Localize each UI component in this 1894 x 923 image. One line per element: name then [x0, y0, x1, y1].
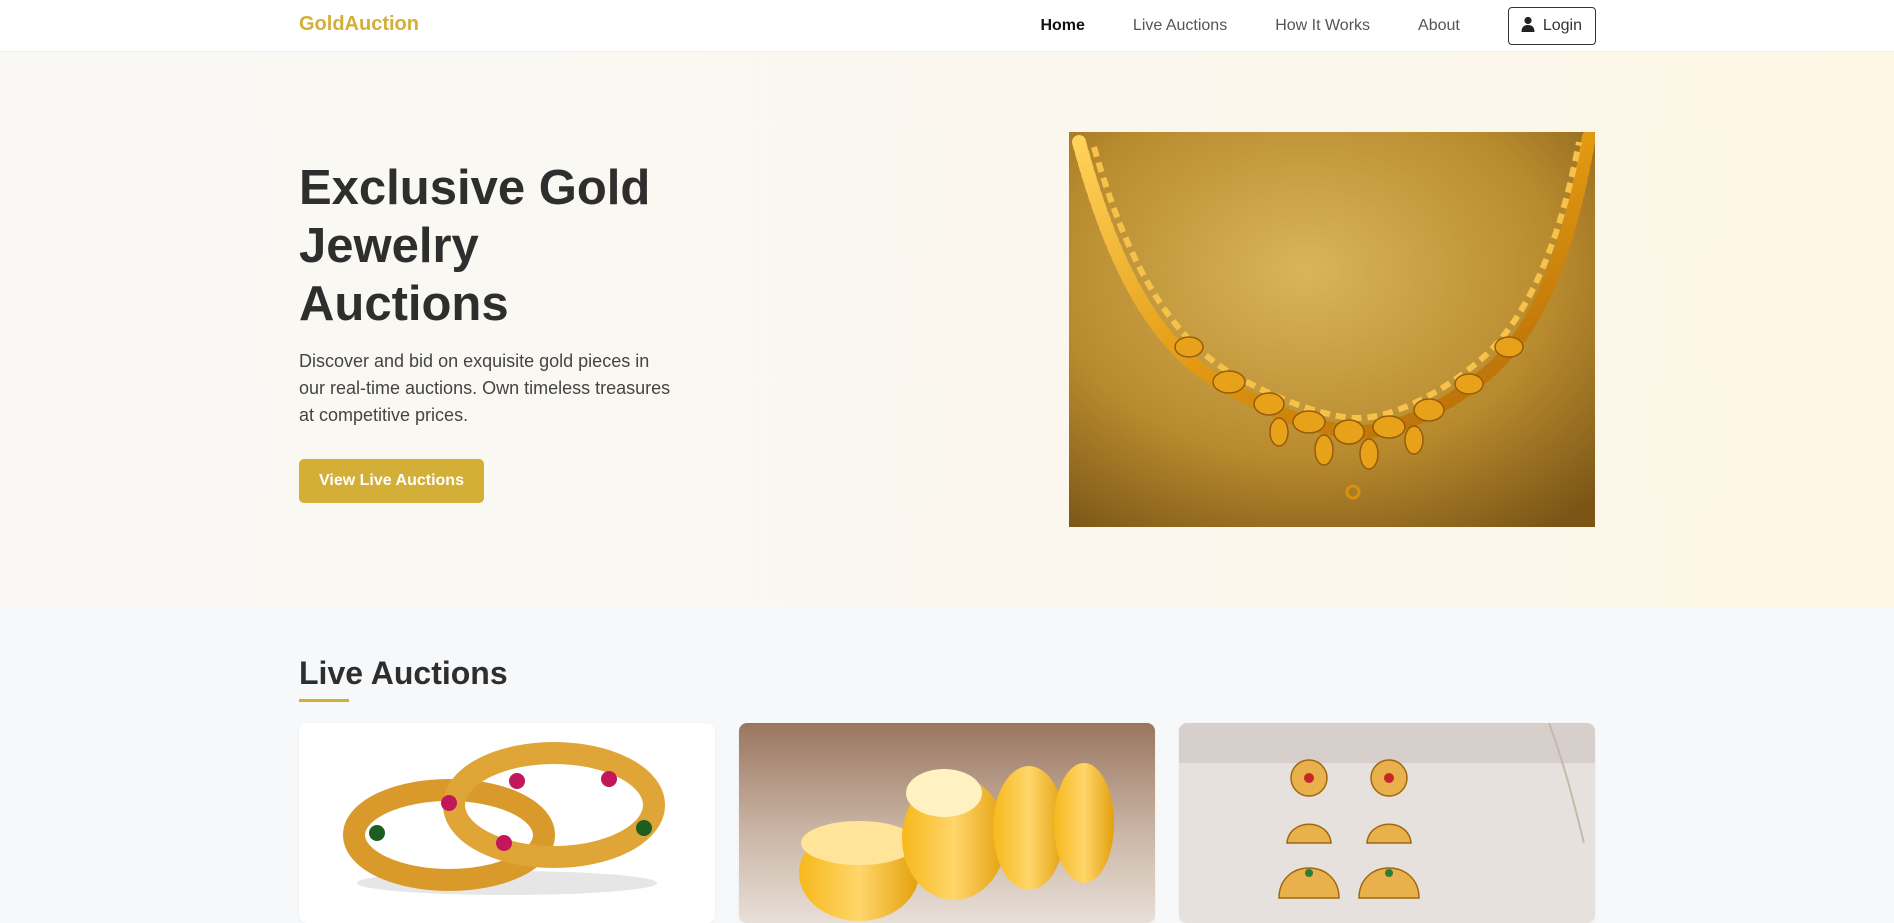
hero-section: Exclusive Gold Jewelry Auctions Discover…	[0, 52, 1894, 607]
login-button[interactable]: Login	[1507, 7, 1596, 45]
brand-logo[interactable]: GoldAuction	[299, 13, 419, 36]
hero-title: Exclusive Gold Jewelry Auctions	[299, 161, 651, 331]
navbar: GoldAuction Home Live Auctions How It Wo…	[0, 0, 1894, 52]
login-label: Login	[1542, 17, 1582, 34]
nav-link-about[interactable]: About	[1418, 17, 1460, 35]
section-underline	[299, 699, 349, 702]
hero-necklace-image	[1069, 132, 1595, 527]
rings-image	[739, 723, 1155, 923]
auction-card-earrings[interactable]	[1179, 723, 1595, 923]
nav-link-live-auctions[interactable]: Live Auctions	[1133, 17, 1227, 35]
view-live-auctions-button[interactable]: View Live Auctions	[299, 459, 484, 503]
user-icon	[1521, 16, 1535, 37]
live-auctions-heading: Live Auctions	[299, 655, 508, 691]
nav-link-how-it-works[interactable]: How It Works	[1275, 17, 1370, 35]
bangles-image	[299, 723, 715, 923]
earrings-image	[1179, 723, 1595, 923]
auction-card-rings[interactable]	[739, 723, 1155, 923]
hero-subtitle: Discover and bid on exquisite gold piece…	[299, 351, 671, 425]
auction-card-bangles[interactable]	[299, 723, 715, 923]
nav-link-home[interactable]: Home	[1040, 17, 1084, 35]
nav-links: Home Live Auctions How It Works About Lo…	[1040, 0, 1596, 52]
